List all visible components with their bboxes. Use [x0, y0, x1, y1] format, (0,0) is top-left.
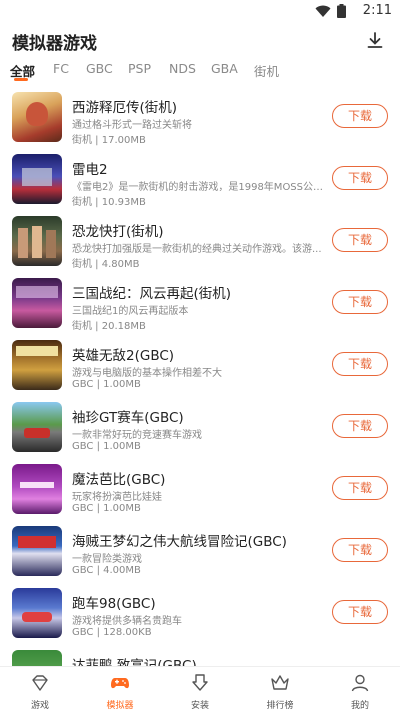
app-bar: 模拟器游戏	[0, 22, 400, 58]
user-icon	[351, 674, 369, 692]
tab-nds[interactable]: NDS	[169, 61, 196, 76]
game-name: 达菲鸭 致富记(GBC)	[72, 658, 197, 666]
game-description: 《雷电2》是一款街机的射击游戏，是1998年MOSS公司...	[72, 182, 327, 193]
game-name: 英雄无敌2(GBC)	[72, 348, 175, 364]
list-item[interactable]: 魔法芭比(GBC) 玩家将扮演芭比娃娃 GBC | 1.00MB 下载	[0, 464, 400, 526]
list-item[interactable]: 达菲鸭 致富记(GBC)	[0, 650, 400, 666]
game-meta: GBC | 1.00MB	[72, 441, 141, 452]
list-item[interactable]: 三国战纪：风云再起(街机) 三国战纪1的风云再起版本 街机 | 20.18MB …	[0, 278, 400, 340]
game-thumbnail	[12, 340, 62, 390]
active-tab-indicator	[14, 78, 28, 81]
download-button[interactable]: 下载	[332, 414, 388, 438]
game-description: 通过格斗形式一路过关斩将	[72, 120, 192, 131]
battery-icon	[337, 4, 346, 18]
game-description: 游戏与电脑版的基本操作相差不大	[72, 368, 222, 379]
game-thumbnail	[12, 588, 62, 638]
list-item[interactable]: 跑车98(GBC) 游戏将提供多辆名贵跑车 GBC | 128.00KB 下载	[0, 588, 400, 650]
game-meta: GBC | 1.00MB	[72, 379, 141, 390]
game-name: 袖珍GT赛车(GBC)	[72, 410, 184, 426]
game-description: 一款非常好玩的竞速赛车游戏	[72, 430, 202, 441]
list-item[interactable]: 雷电2 《雷电2》是一款街机的射击游戏，是1998年MOSS公司... 街机 |…	[0, 154, 400, 216]
game-name: 恐龙快打(街机)	[72, 224, 164, 240]
game-description: 游戏将提供多辆名贵跑车	[72, 616, 182, 627]
game-description: 玩家将扮演芭比娃娃	[72, 492, 162, 503]
tab-gba[interactable]: GBA	[211, 61, 238, 76]
nav-label: 模拟器	[106, 701, 134, 711]
game-description: 三国战纪1的风云再起版本	[72, 306, 189, 317]
game-name: 三国战纪：风云再起(街机)	[72, 286, 232, 302]
game-meta: 街机 | 4.80MB	[72, 259, 140, 270]
wifi-icon	[315, 5, 331, 17]
game-list: 西游释厄传(街机) 通过格斗形式一路过关斩将 街机 | 17.00MB 下载 雷…	[0, 84, 400, 666]
nav-label: 安装	[190, 701, 209, 711]
game-meta: 街机 | 17.00MB	[72, 135, 146, 146]
game-thumbnail	[12, 464, 62, 514]
tab-fc[interactable]: FC	[53, 61, 69, 76]
download-button[interactable]: 下载	[332, 290, 388, 314]
nav-label: 游戏	[30, 701, 49, 711]
bottom-nav: 游戏 模拟器 安装 排行榜 我的	[0, 666, 400, 711]
game-name: 魔法芭比(GBC)	[72, 472, 166, 488]
install-icon	[192, 674, 208, 691]
nav-install[interactable]: 安装	[160, 667, 240, 711]
nav-label: 我的	[350, 701, 369, 711]
nav-profile[interactable]: 我的	[320, 667, 400, 711]
game-thumbnail	[12, 216, 62, 266]
list-item[interactable]: 袖珍GT赛车(GBC) 一款非常好玩的竞速赛车游戏 GBC | 1.00MB 下…	[0, 402, 400, 464]
nav-emulator[interactable]: 模拟器	[80, 667, 160, 711]
game-name: 雷电2	[72, 162, 108, 178]
list-item[interactable]: 西游释厄传(街机) 通过格斗形式一路过关斩将 街机 | 17.00MB 下载	[0, 92, 400, 154]
game-thumbnail	[12, 526, 62, 576]
game-meta: GBC | 1.00MB	[72, 503, 141, 514]
tab-psp[interactable]: PSP	[128, 61, 151, 76]
list-item[interactable]: 海贼王梦幻之伟大航线冒险记(GBC) 一款冒险类游戏 GBC | 4.00MB …	[0, 526, 400, 588]
game-meta: 街机 | 10.93MB	[72, 197, 146, 208]
diamond-icon	[32, 675, 48, 691]
game-thumbnail	[12, 650, 62, 666]
status-bar: 2:11	[0, 0, 400, 22]
game-meta: GBC | 4.00MB	[72, 565, 141, 576]
game-description: 一款冒险类游戏	[72, 554, 142, 565]
game-thumbnail	[12, 402, 62, 452]
nav-label: 排行榜	[266, 701, 294, 711]
tab-arcade[interactable]: 街机	[254, 61, 279, 80]
game-thumbnail	[12, 278, 62, 328]
download-button[interactable]: 下载	[332, 104, 388, 128]
gamepad-icon	[111, 678, 129, 689]
game-name: 跑车98(GBC)	[72, 596, 156, 612]
status-time: 2:11	[362, 3, 392, 18]
game-meta: GBC | 128.00KB	[72, 627, 152, 638]
download-button[interactable]: 下载	[332, 352, 388, 376]
nav-rankings[interactable]: 排行榜	[240, 667, 320, 711]
game-thumbnail	[12, 154, 62, 204]
game-name: 海贼王梦幻之伟大航线冒险记(GBC)	[72, 534, 287, 550]
download-button[interactable]: 下载	[332, 476, 388, 500]
download-icon[interactable]	[366, 31, 384, 49]
list-item[interactable]: 英雄无敌2(GBC) 游戏与电脑版的基本操作相差不大 GBC | 1.00MB …	[0, 340, 400, 402]
game-description: 恐龙快打加强版是一款街机的经典过关动作游戏。该游...	[72, 244, 322, 255]
tab-gbc[interactable]: GBC	[86, 61, 113, 76]
category-tabs: 全部 FC GBC PSP NDS GBA 街机	[0, 58, 400, 84]
page-title: 模拟器游戏	[12, 34, 97, 54]
download-button[interactable]: 下载	[332, 166, 388, 190]
list-item[interactable]: 恐龙快打(街机) 恐龙快打加强版是一款街机的经典过关动作游戏。该游... 街机 …	[0, 216, 400, 278]
game-name: 西游释厄传(街机)	[72, 100, 178, 116]
download-button[interactable]: 下载	[332, 538, 388, 562]
download-button[interactable]: 下载	[332, 228, 388, 252]
crown-icon	[271, 675, 289, 690]
download-button[interactable]: 下载	[332, 600, 388, 624]
game-meta: 街机 | 20.18MB	[72, 321, 146, 332]
game-thumbnail	[12, 92, 62, 142]
nav-games[interactable]: 游戏	[0, 667, 80, 711]
